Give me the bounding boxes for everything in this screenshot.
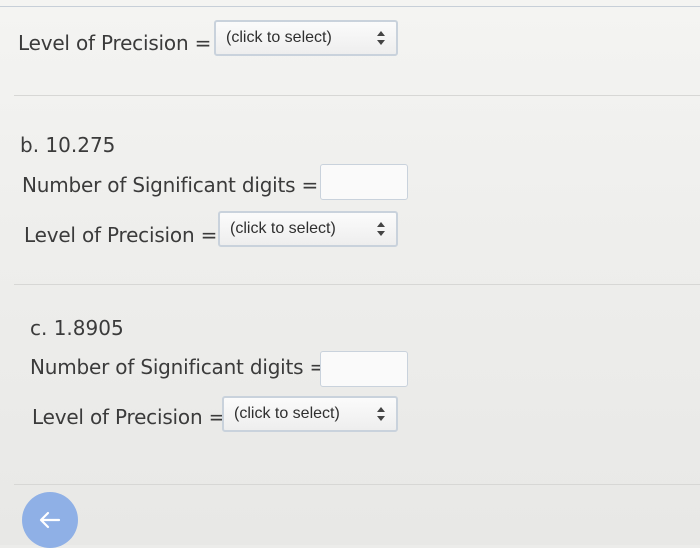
part-c-sig-digits-input[interactable] [320,351,408,387]
question-panel: Level of Precision = (click to select) b… [0,0,700,548]
part-b-sig-digits-input[interactable] [320,164,408,200]
part-c-sig-digits-label: Number of Significant digits = [30,355,327,379]
back-button[interactable] [22,492,78,548]
part-c-heading: c. 1.8905 [30,316,124,340]
up-down-arrows-icon [377,407,385,421]
top-divider [0,6,700,7]
section-divider-a [14,95,700,96]
part-c-precision-select-value: (click to select) [234,405,340,422]
part-b-heading: b. 10.275 [20,133,116,157]
up-down-arrows-icon [377,31,385,45]
arrow-left-icon [39,511,61,529]
section-divider-b [14,284,700,285]
part-b-precision-label: Level of Precision = [24,223,218,247]
up-down-arrows-icon [377,222,385,236]
part-b-sig-digits-label: Number of Significant digits = [22,173,319,197]
part-a-precision-label: Level of Precision = [18,31,212,55]
part-c-precision-select[interactable]: (click to select) [222,396,398,432]
part-a-precision-select-value: (click to select) [226,29,332,46]
part-b-precision-select-value: (click to select) [230,220,336,237]
section-divider-c [14,484,700,485]
part-b-precision-select[interactable]: (click to select) [218,211,398,247]
part-c-precision-label: Level of Precision = [32,405,226,429]
part-a-precision-select[interactable]: (click to select) [214,20,398,56]
